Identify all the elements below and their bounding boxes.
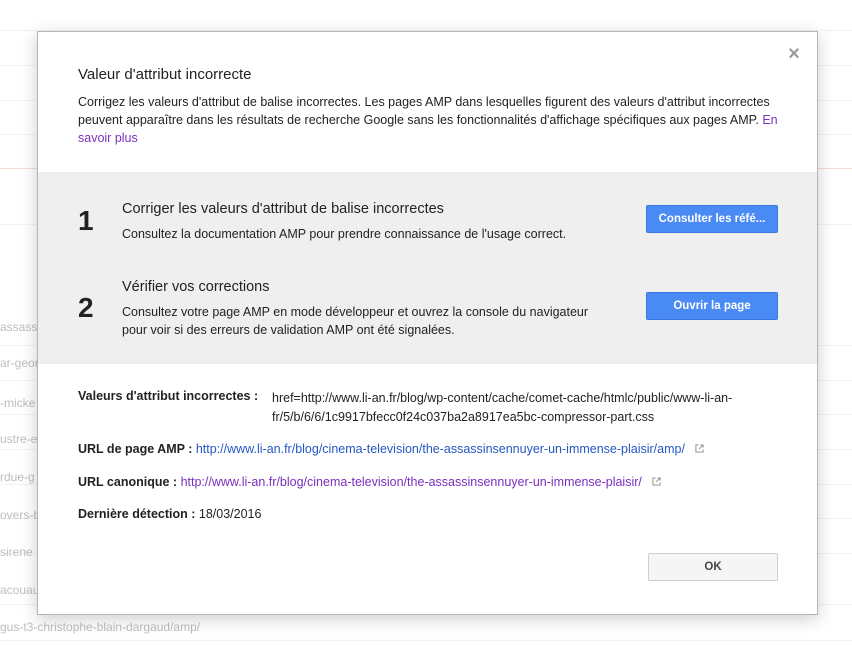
invalid-attribute-dialog: × Valeur d'attribut incorrecte Corrigez … (37, 31, 818, 615)
ok-button[interactable]: OK (648, 553, 778, 581)
step-number: 2 (78, 292, 94, 323)
step-text: Consultez votre page AMP en mode dévelop… (122, 305, 589, 337)
amp-url-row: URL de page AMP : http://www.li-an.fr/bl… (78, 442, 704, 456)
step-title: Vérifier vos corrections (122, 279, 270, 295)
invalid-values-label: Valeurs d'attribut incorrectes : (78, 389, 259, 403)
dialog-description-text: Corrigez les valeurs d'attribut de balis… (78, 95, 770, 127)
canonical-url-link[interactable]: http://www.li-an.fr/blog/cinema-televisi… (181, 475, 642, 489)
invalid-values-value: href=http://www.li-an.fr/blog/wp-content… (272, 391, 733, 424)
amp-url-link[interactable]: http://www.li-an.fr/blog/cinema-televisi… (196, 442, 685, 456)
step-number: 1 (78, 205, 94, 236)
consult-docs-button[interactable]: Consulter les réfé... (646, 205, 778, 233)
amp-url-label: URL de page AMP : (78, 442, 193, 456)
step-text: Consultez la documentation AMP pour pren… (122, 227, 567, 241)
close-icon[interactable]: × (785, 43, 803, 65)
dialog-description: Corrigez les valeurs d'attribut de balis… (78, 93, 778, 147)
steps-panel: 1 Corriger les valeurs d'attribut de bal… (38, 172, 817, 364)
invalid-values-row: Valeurs d'attribut incorrectes : href=ht… (78, 389, 732, 424)
last-detected-row: Dernière détection : 18/03/2016 (78, 507, 261, 521)
last-detected-label: Dernière détection : (78, 507, 196, 521)
step-title: Corriger les valeurs d'attribut de balis… (122, 201, 444, 217)
last-detected-value: 18/03/2016 (198, 507, 262, 521)
canonical-url-label: URL canonique : (78, 475, 178, 489)
open-page-button[interactable]: Ouvrir la page (646, 292, 778, 320)
external-link-icon[interactable] (695, 444, 704, 453)
canonical-url-row: URL canonique : http://www.li-an.fr/blog… (78, 475, 661, 489)
external-link-icon[interactable] (652, 477, 661, 486)
dialog-title: Valeur d'attribut incorrecte (78, 66, 252, 83)
